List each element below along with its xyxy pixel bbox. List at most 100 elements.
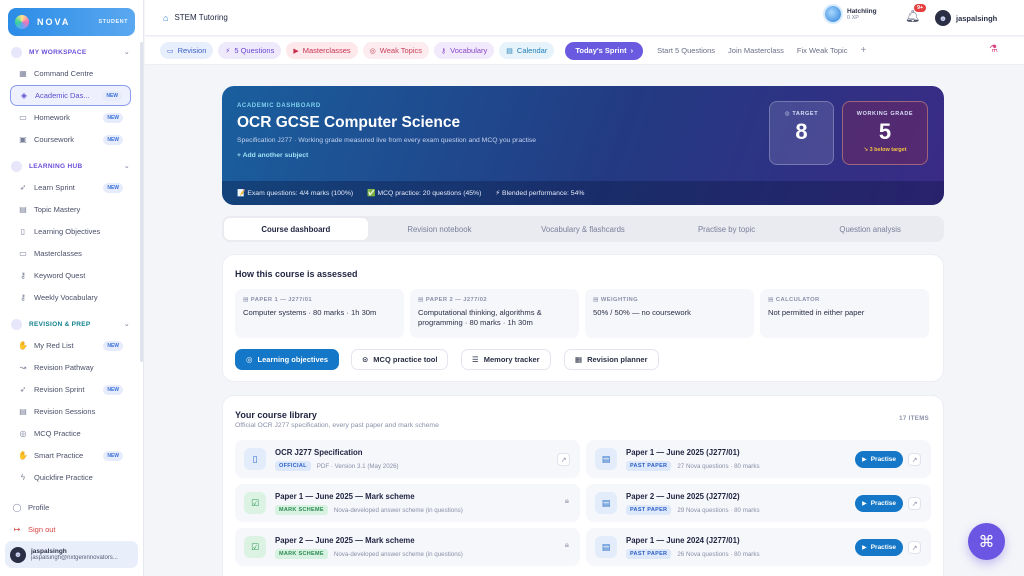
tab-course-dashboard[interactable]: Course dashboard [224, 218, 368, 240]
sidebar-item[interactable]: ↝ Revision Pathway [10, 357, 131, 378]
library-item[interactable]: ▤ Paper 1 — June 2024 (J277/01) PAST PAPER… [586, 528, 931, 566]
sidebar-item[interactable]: ▯ Learning Objectives [10, 221, 131, 242]
quick-link[interactable]: Join Masterclass [728, 46, 784, 55]
chip-5-questions[interactable]: ⚡ 5 Questions [218, 42, 282, 59]
card-value: Computational thinking, algorithms & pro… [418, 308, 542, 327]
profile-link[interactable]: ◯ Profile [4, 497, 140, 518]
document-icon: ▤ [595, 492, 617, 514]
item-title: OCR J277 Specification [275, 448, 363, 457]
external-link-icon[interactable]: ↗ [557, 453, 570, 466]
signout-link[interactable]: ↦ Sign out [4, 519, 140, 540]
chip-vocabulary[interactable]: ⚷ Vocabulary [434, 42, 495, 59]
sidebar-item[interactable]: ✋ My Red List NEW [10, 335, 131, 356]
sidebar-item[interactable]: ▤ Topic Mastery [10, 199, 131, 220]
chip-label: Weak Topics [379, 46, 423, 55]
flask-icon[interactable]: ⚗ [989, 44, 998, 55]
chip-revision[interactable]: ▭ Revision [160, 42, 214, 59]
chip-icon: ⚡ [225, 47, 231, 55]
sidebar-item[interactable]: ▦ Command Centre [10, 63, 131, 84]
performance-strip: 📝 Exam questions: 4/4 marks (100%) ✅ MCQ… [222, 181, 944, 205]
sidebar-item[interactable]: ▤ Revision Sessions [10, 401, 131, 422]
todays-sprint-button[interactable]: Today's Sprint › [565, 41, 644, 60]
item-tag: MARK SCHEME [275, 505, 328, 515]
item-title: Paper 2 — June 2025 — Mark scheme [275, 536, 415, 545]
brand-tag: STUDENT [98, 19, 128, 25]
quick-link[interactable]: Fix Weak Topic [797, 46, 848, 55]
sidebar-item[interactable]: ▣ Coursework NEW [10, 129, 131, 150]
sidebar-item-label: Weekly Vocabulary [34, 293, 98, 302]
sidebar-section-header[interactable]: REVISION & PREP ⌄ [7, 314, 134, 334]
sidebar-scrollbar[interactable] [140, 42, 143, 362]
sidebar-item[interactable]: ➶ Revision Sprint NEW [10, 379, 131, 400]
user-menu[interactable]: ☻ jaspalsingh [935, 10, 997, 26]
quick-link[interactable]: Start 5 Questions [657, 46, 715, 55]
target-label: ◎ TARGET [784, 111, 819, 117]
item-meta: PAST PAPER 26 Nova questions · 80 marks [626, 549, 760, 559]
external-link-icon[interactable]: ↗ [908, 541, 921, 554]
sidebar-item[interactable]: ⚷ Weekly Vocabulary [10, 287, 131, 308]
tab-revision-notebook[interactable]: Revision notebook [368, 218, 512, 240]
user-email: jaspalsingh@nxtgeninnovators... [31, 555, 118, 561]
library-item[interactable]: ▤ Paper 2 — June 2025 (J277/02) PAST PAPER… [586, 484, 931, 522]
chip-label: Masterclasses [302, 46, 351, 55]
hero-eyebrow: ACADEMIC DASHBOARD [237, 103, 321, 109]
xp-widget[interactable]: Hatchling 0 XP [825, 6, 877, 22]
library-item[interactable]: ▯ OCR J277 Specification OFFICIAL PDF · Ver… [235, 440, 580, 478]
add-icon[interactable]: + [860, 45, 866, 56]
memory-tracker-button[interactable]: ☰ Memory tracker [461, 349, 551, 370]
sidebar-item[interactable]: ✋ Smart Practice NEW [10, 445, 131, 466]
library-item[interactable]: ☑ Paper 1 — June 2025 — Mark scheme MARK S… [235, 484, 580, 522]
sidebar-item[interactable]: ϟ Quickfire Practice [10, 467, 131, 488]
sidebar-item[interactable]: ➶ Learn Sprint NEW [10, 177, 131, 198]
sidebar-item[interactable]: ◈ Academic Das... NEW [10, 85, 131, 106]
learning-objectives-button[interactable]: ◎ Learning objectives [235, 349, 339, 370]
mcq-tool-button[interactable]: ⊙ MCQ practice tool [351, 349, 449, 370]
add-subject-link[interactable]: + Add another subject [237, 152, 308, 159]
lock-icon: 🔒︎ [564, 496, 569, 505]
question-icon: ⊙ [362, 355, 369, 364]
new-badge: NEW [103, 340, 123, 351]
card-value: Computer systems · 80 marks · 1h 30m [243, 308, 377, 317]
practise-label: Practise [870, 544, 896, 551]
section-label: REVISION & PREP [29, 320, 91, 328]
external-link-icon[interactable]: ↗ [908, 497, 921, 510]
chip-masterclasses[interactable]: ▶ Masterclasses [286, 42, 358, 59]
section-label: MY WORKSPACE [29, 48, 87, 56]
chip-label: Vocabulary [450, 46, 488, 55]
chip-weak-topics[interactable]: ◎ Weak Topics [362, 42, 430, 59]
tab-practise-by-topic[interactable]: Practise by topic [655, 218, 799, 240]
assessment-panel: How this course is assessed ▤ PAPER 1 — … [222, 254, 944, 382]
tab-vocabulary-flashcards[interactable]: Vocabulary & flashcards [511, 218, 655, 240]
chip-calendar[interactable]: ▤ Calendar [499, 42, 555, 59]
blended-stat: ⚡ Blended performance: 54% [495, 190, 585, 197]
home-icon[interactable]: ⌂ [163, 13, 168, 23]
sidebar-item[interactable]: ◎ MCQ Practice [10, 423, 131, 444]
brand-logo[interactable]: NOVA STUDENT [8, 8, 135, 36]
sidebar-item[interactable]: ⚷ Keyword Quest [10, 265, 131, 286]
item-title: Paper 1 — June 2025 (J277/01) [626, 448, 740, 457]
library-item[interactable]: ▤ Paper 1 — June 2025 (J277/01) PAST PAPER… [586, 440, 931, 478]
sidebar-item-label: Topic Mastery [34, 205, 81, 214]
item-tag: OFFICIAL [275, 461, 311, 471]
working-grade-card: WORKING GRADE 5 ↘ 3 below target [842, 101, 928, 165]
tab-question-analysis[interactable]: Question analysis [798, 218, 942, 240]
practise-button[interactable]: ▶ Practise [855, 539, 903, 556]
clipboard-icon: ▣ [19, 135, 27, 144]
user-card[interactable]: ☻ jaspalsingh jaspalsingh@nxtgeninnovato… [5, 541, 138, 568]
sidebar-section-header[interactable]: LEARNING HUB ⌄ [7, 156, 134, 176]
topbar: ⌂ STEM Tutoring Hatchling 0 XP 🔔︎ 9+ ☻ j… [145, 0, 1024, 36]
revision-planner-button[interactable]: ▦ Revision planner [564, 349, 659, 370]
new-badge: NEW [103, 182, 123, 193]
practise-button[interactable]: ▶ Practise [855, 451, 903, 468]
sidebar-item[interactable]: ▭ Homework NEW [10, 107, 131, 128]
sidebar-section-header[interactable]: MY WORKSPACE ⌄ [7, 42, 134, 62]
card-label: ▤ WEIGHTING [593, 297, 638, 303]
hand-icon: ✋ [18, 451, 28, 460]
command-palette-button[interactable]: ⌘ [968, 523, 1005, 560]
practise-button[interactable]: ▶ Practise [855, 495, 903, 512]
library-item[interactable]: ☑ Paper 2 — June 2025 — Mark scheme MARK S… [235, 528, 580, 566]
section-label: LEARNING HUB [29, 162, 83, 170]
sidebar-item-label: Masterclasses [34, 249, 82, 258]
sidebar-item[interactable]: ▭ Masterclasses [10, 243, 131, 264]
external-link-icon[interactable]: ↗ [908, 453, 921, 466]
